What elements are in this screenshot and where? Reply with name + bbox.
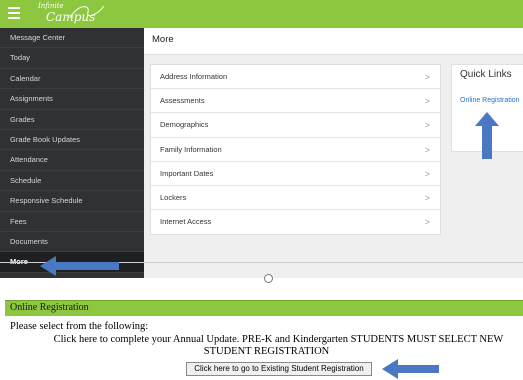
- sidebar-item-responsive-schedule[interactable]: Responsive Schedule: [0, 191, 144, 212]
- sidebar-item-grades[interactable]: Grades: [0, 110, 144, 130]
- annotation-arrow-up-icon: [475, 112, 499, 159]
- sidebar-item-attendance[interactable]: Attendance: [0, 150, 144, 171]
- annotation-arrow-left-icon: [382, 359, 439, 379]
- more-options-list: Address Information > Assessments > Demogr…: [150, 64, 441, 236]
- registration-title: Online Registration: [10, 302, 89, 313]
- main-panel: More Address Information > Assessments > D…: [144, 28, 523, 278]
- chevron-right-icon: >: [424, 96, 430, 107]
- chevron-right-icon: >: [424, 168, 430, 179]
- list-item-lockers[interactable]: Lockers >: [151, 186, 440, 211]
- sidebar-item-grade-book-updates[interactable]: Grade Book Updates: [0, 130, 144, 151]
- hamburger-menu-icon[interactable]: [8, 7, 20, 19]
- list-item-family-information[interactable]: Family Information >: [151, 138, 440, 162]
- page-title: More: [152, 34, 174, 45]
- main-header: More: [144, 28, 523, 55]
- online-registration-link[interactable]: Online Registration: [460, 97, 520, 104]
- campus-portal-screenshot: Infinite Campus Message Center Today Cal…: [0, 0, 523, 278]
- registration-header-bar: Online Registration: [5, 300, 523, 316]
- sidebar-item-assignments[interactable]: Assignments: [0, 89, 144, 110]
- crop-handle[interactable]: [264, 274, 273, 283]
- registration-notice: PRE-K and Kindergarten STUDENTS MUST SEL…: [203, 334, 504, 357]
- existing-student-registration-button[interactable]: Click here to go to Existing Student Reg…: [186, 362, 372, 376]
- list-item-demographics[interactable]: Demographics >: [151, 113, 440, 138]
- quick-links-title: Quick Links: [460, 69, 512, 80]
- sidebar-nav: Message Center Today Calendar Assignment…: [0, 28, 144, 278]
- sidebar-item-today[interactable]: Today: [0, 48, 144, 69]
- sidebar-item-schedule[interactable]: Schedule: [0, 171, 144, 192]
- annotation-arrow-left-icon: [40, 256, 119, 276]
- registration-instruction[interactable]: Click here to complete your Annual Updat…: [10, 334, 523, 358]
- list-item-assessments[interactable]: Assessments >: [151, 89, 440, 114]
- top-bar: Infinite Campus: [0, 0, 523, 28]
- sidebar-item-fees[interactable]: Fees: [0, 212, 144, 232]
- list-item-internet-access[interactable]: Internet Access >: [151, 210, 440, 234]
- chevron-right-icon: >: [424, 72, 430, 82]
- sidebar-item-calendar[interactable]: Calendar: [0, 69, 144, 90]
- chevron-right-icon: >: [424, 144, 430, 155]
- annual-update-link[interactable]: Click here to complete your Annual Updat…: [30, 334, 240, 345]
- list-item-address-information[interactable]: Address Information >: [151, 65, 440, 90]
- chevron-right-icon: >: [424, 217, 430, 228]
- registration-prompt: Please select from the following:: [10, 321, 149, 332]
- sidebar-item-documents[interactable]: Documents: [0, 232, 144, 253]
- sidebar-item-message-center[interactable]: Message Center: [0, 28, 144, 49]
- chevron-right-icon: >: [424, 192, 430, 203]
- chevron-right-icon: >: [424, 120, 430, 131]
- infinite-campus-logo: Infinite Campus: [38, 2, 108, 24]
- list-item-important-dates[interactable]: Important Dates >: [151, 162, 440, 186]
